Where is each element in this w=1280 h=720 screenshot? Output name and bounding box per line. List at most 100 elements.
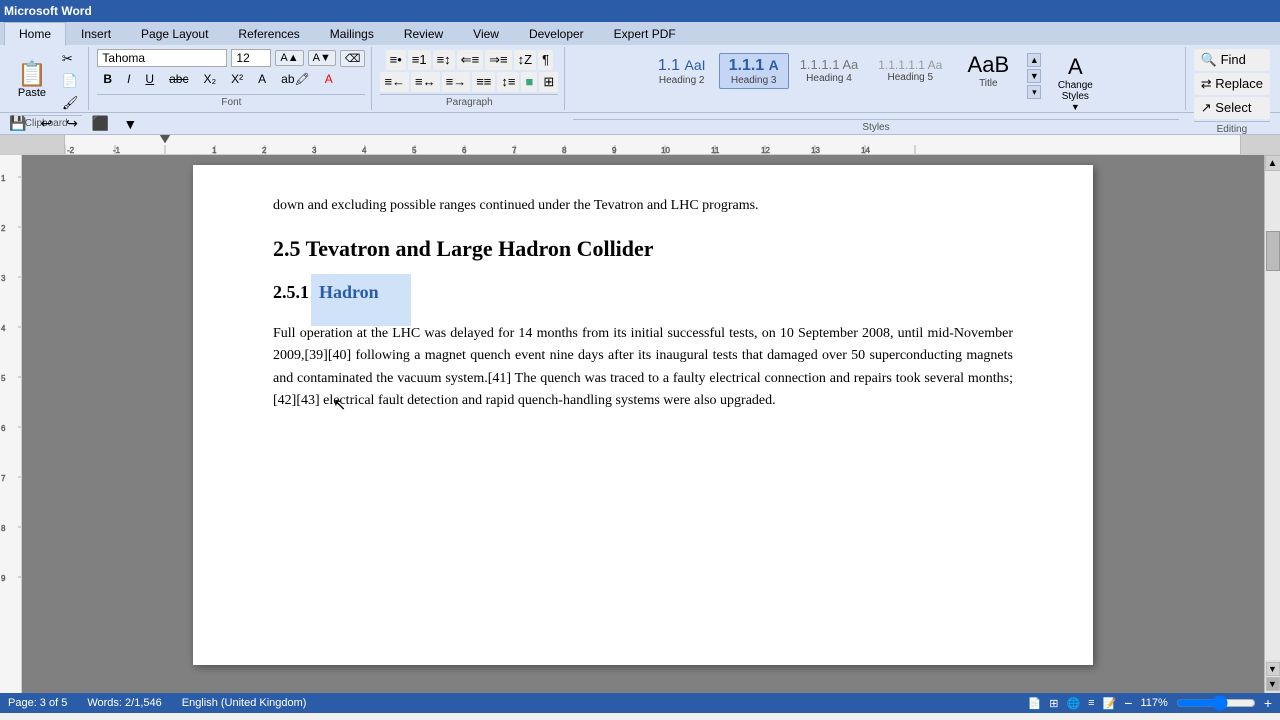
strikethrough-button[interactable]: abc (163, 70, 194, 88)
multilevel-list-button[interactable]: ≡↕ (433, 50, 455, 70)
italic-button[interactable]: I (121, 70, 136, 88)
format-painter-button[interactable]: 🖌 (58, 93, 83, 113)
scroll-end-arrow[interactable]: ▼ (1266, 677, 1280, 691)
style-heading2[interactable]: 1.1 AaI Heading 2 (647, 53, 717, 89)
change-styles-arrow: ▼ (1071, 102, 1080, 112)
status-right: 📄 ⊞ 🌐 ≡ 📝 − 117% + (1028, 695, 1272, 711)
qa-more[interactable]: ▼ (118, 113, 142, 135)
styles-group: 1.1 AaI Heading 2 1.1.1 A Heading 3 1.1.… (567, 47, 1186, 110)
font-color-button[interactable]: A (319, 70, 339, 88)
align-left-button[interactable]: ≡← (380, 72, 409, 92)
scroll-up-arrow[interactable]: ▲ (1265, 155, 1280, 171)
tab-view[interactable]: View (458, 22, 514, 45)
borders-button[interactable]: ⊞ (539, 72, 558, 92)
svg-text:13: 13 (811, 146, 820, 154)
highlight-button[interactable]: ab🖍 (275, 70, 316, 88)
grow-font-button[interactable]: A▲ (275, 50, 303, 66)
view-outline[interactable]: ≡ (1088, 697, 1094, 709)
svg-text:1: 1 (1, 174, 6, 183)
left-ruler: 1 2 3 4 5 6 7 8 9 (0, 155, 22, 693)
style-h5-preview: 1.1.1.1.1 Aa (878, 58, 942, 72)
zoom-in-button[interactable]: + (1264, 695, 1272, 711)
change-styles-button[interactable]: A Change Styles ▼ (1045, 49, 1105, 117)
qa-undo[interactable]: ↩ (35, 112, 57, 135)
style-heading5[interactable]: 1.1.1.1.1 Aa Heading 5 (869, 55, 951, 86)
svg-text:1: 1 (212, 146, 217, 154)
bullet-list-button[interactable]: ≡• (386, 50, 406, 70)
find-button[interactable]: 🔍 Find (1194, 49, 1270, 71)
ruler: -2 -1 1 2 3 4 5 6 7 8 (0, 135, 1280, 155)
gallery-scroll-down[interactable]: ▼ (1027, 69, 1041, 83)
view-print[interactable]: 📄 (1028, 697, 1042, 710)
svg-text:-1: -1 (113, 146, 121, 154)
font-size-input[interactable] (231, 49, 271, 67)
qa-redo[interactable]: ↪ (61, 112, 83, 135)
line-spacing-button[interactable]: ↕≡ (497, 72, 519, 92)
numbered-list-button[interactable]: ≡1 (408, 50, 431, 70)
view-web[interactable]: 🌐 (1066, 697, 1080, 710)
scroll-thumb[interactable] (1266, 231, 1280, 271)
copy-button[interactable]: 📄 (58, 71, 83, 91)
gallery-scroll-up[interactable]: ▲ (1027, 53, 1041, 67)
style-heading4[interactable]: 1.1.1.1 Aa Heading 4 (791, 54, 868, 87)
svg-text:2: 2 (1, 224, 6, 233)
show-marks-button[interactable]: ¶ (538, 50, 553, 70)
tab-mailings[interactable]: Mailings (315, 22, 389, 45)
gallery-expand[interactable]: ▾ (1027, 85, 1041, 99)
paste-label: Paste (18, 87, 46, 99)
qa-save[interactable]: 💾 (4, 112, 31, 135)
svg-text:-2: -2 (67, 146, 75, 154)
superscript-button[interactable]: X² (225, 70, 249, 88)
paste-button[interactable]: 📋 Paste (10, 60, 54, 102)
zoom-slider[interactable] (1176, 697, 1256, 709)
svg-text:6: 6 (1, 424, 6, 433)
doc-scroll-area[interactable]: down and excluding possible ranges conti… (22, 155, 1264, 693)
style-h5-label: Heading 5 (887, 72, 933, 83)
style-title[interactable]: AaB Title (953, 49, 1023, 92)
style-gallery: 1.1 AaI Heading 2 1.1.1 A Heading 3 1.1.… (647, 49, 1024, 92)
font-label: Font (97, 94, 365, 108)
tab-insert[interactable]: Insert (66, 22, 126, 45)
zoom-out-button[interactable]: − (1124, 695, 1132, 711)
decrease-indent-button[interactable]: ⇐≡ (457, 50, 483, 70)
replace-button[interactable]: ⇄ Replace (1194, 73, 1270, 95)
scroll-track[interactable] (1265, 171, 1280, 660)
qa-print-preview[interactable]: ⬛ (87, 112, 114, 135)
svg-text:2: 2 (262, 146, 267, 154)
cut-button[interactable]: ✂ (58, 49, 83, 69)
shading-button[interactable]: ■ (521, 72, 537, 92)
tab-developer[interactable]: Developer (514, 22, 599, 45)
tab-review[interactable]: Review (389, 22, 458, 45)
font-name-input[interactable] (97, 49, 227, 67)
document-area: 1 2 3 4 5 6 7 8 9 down (0, 155, 1280, 693)
text-effects-button[interactable]: A (252, 70, 272, 88)
gallery-scroll[interactable]: ▲ ▼ ▾ (1027, 53, 1041, 99)
svg-text:5: 5 (412, 146, 417, 154)
justify-button[interactable]: ≡≡ (472, 72, 495, 92)
svg-text:8: 8 (562, 146, 567, 154)
right-scrollbar[interactable]: ▲ ▼ ▼ (1264, 155, 1280, 693)
tab-expert-pdf[interactable]: Expert PDF (599, 22, 691, 45)
select-button[interactable]: ↗ Select (1194, 97, 1270, 119)
view-draft[interactable]: 📝 (1103, 697, 1117, 710)
tab-page-layout[interactable]: Page Layout (126, 22, 223, 45)
document-page: down and excluding possible ranges conti… (193, 165, 1093, 665)
view-fullscreen[interactable]: ⊞ (1049, 697, 1058, 710)
bold-button[interactable]: B (97, 70, 118, 88)
increase-indent-button[interactable]: ⇒≡ (485, 50, 511, 70)
ruler-right-margin (1240, 135, 1280, 154)
clear-formatting-button[interactable]: ⌫ (340, 50, 366, 67)
tab-references[interactable]: References (223, 22, 314, 45)
sort-button[interactable]: ↕Z (514, 50, 536, 70)
ribbon-tabs: Home Insert Page Layout References Maili… (0, 22, 1280, 45)
svg-text:3: 3 (312, 146, 317, 154)
underline-button[interactable]: U (139, 70, 160, 88)
scroll-down-arrow[interactable]: ▼ (1266, 662, 1280, 676)
style-heading3[interactable]: 1.1.1 A Heading 3 (719, 53, 789, 89)
shrink-font-button[interactable]: A▼ (308, 50, 336, 66)
tab-home[interactable]: Home (4, 22, 66, 46)
ribbon-content: 📋 Paste ✂ 📄 🖌 Clipboard A▲ A▼ ⌫ B I (0, 45, 1280, 113)
align-right-button[interactable]: ≡→ (442, 72, 471, 92)
subscript-button[interactable]: X₂ (197, 70, 222, 88)
align-center-button[interactable]: ≡↔ (411, 72, 440, 92)
